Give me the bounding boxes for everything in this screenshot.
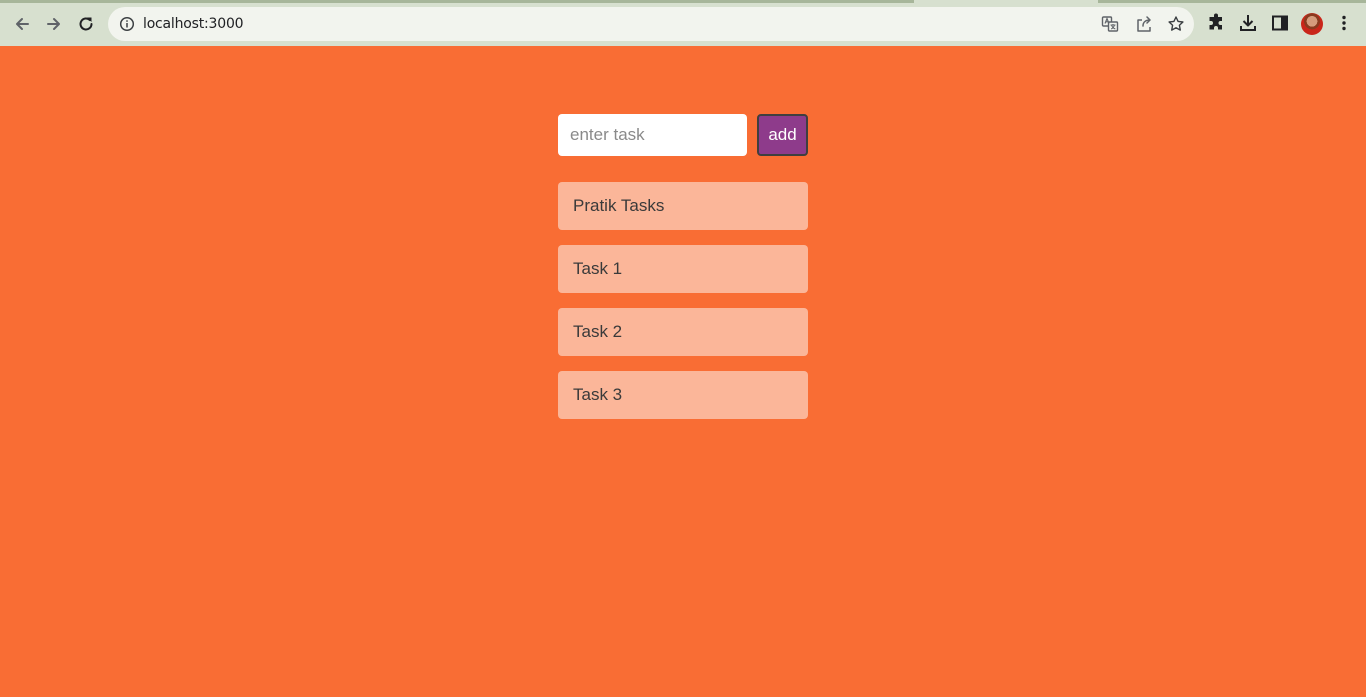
task-item[interactable]: Task 1: [558, 245, 808, 293]
task-item[interactable]: Task 2: [558, 308, 808, 356]
url-text[interactable]: localhost:3000: [143, 16, 244, 32]
task-item[interactable]: Pratik Tasks: [558, 182, 808, 230]
task-label: Task 3: [573, 385, 623, 404]
star-icon[interactable]: [1167, 15, 1185, 33]
add-button[interactable]: add: [757, 114, 808, 156]
forward-button[interactable]: [41, 11, 67, 37]
kebab-menu-icon[interactable]: [1334, 13, 1354, 33]
arrow-right-icon: [47, 18, 60, 30]
address-bar[interactable]: localhost:3000: [108, 7, 1194, 41]
avatar[interactable]: [1301, 13, 1323, 35]
puzzle-icon[interactable]: [1206, 13, 1226, 33]
back-button[interactable]: [9, 11, 35, 37]
side-panel-icon[interactable]: [1270, 13, 1290, 33]
task-label: Task 2: [573, 322, 623, 341]
active-tab[interactable]: [914, 0, 1098, 3]
download-icon[interactable]: [1238, 13, 1258, 33]
translate-icon[interactable]: [1101, 15, 1119, 33]
info-icon[interactable]: [119, 16, 135, 32]
task-label: Pratik Tasks: [573, 196, 665, 215]
task-input[interactable]: [558, 114, 747, 156]
share-icon[interactable]: [1135, 15, 1153, 33]
arrow-left-icon: [16, 18, 29, 30]
task-label: Task 1: [573, 259, 623, 278]
task-item[interactable]: Task 3: [558, 371, 808, 419]
reload-icon: [79, 17, 93, 31]
reload-button[interactable]: [73, 11, 99, 37]
browser-toolbar: localhost:3000: [0, 0, 1366, 46]
tab-strip: [0, 0, 1366, 3]
